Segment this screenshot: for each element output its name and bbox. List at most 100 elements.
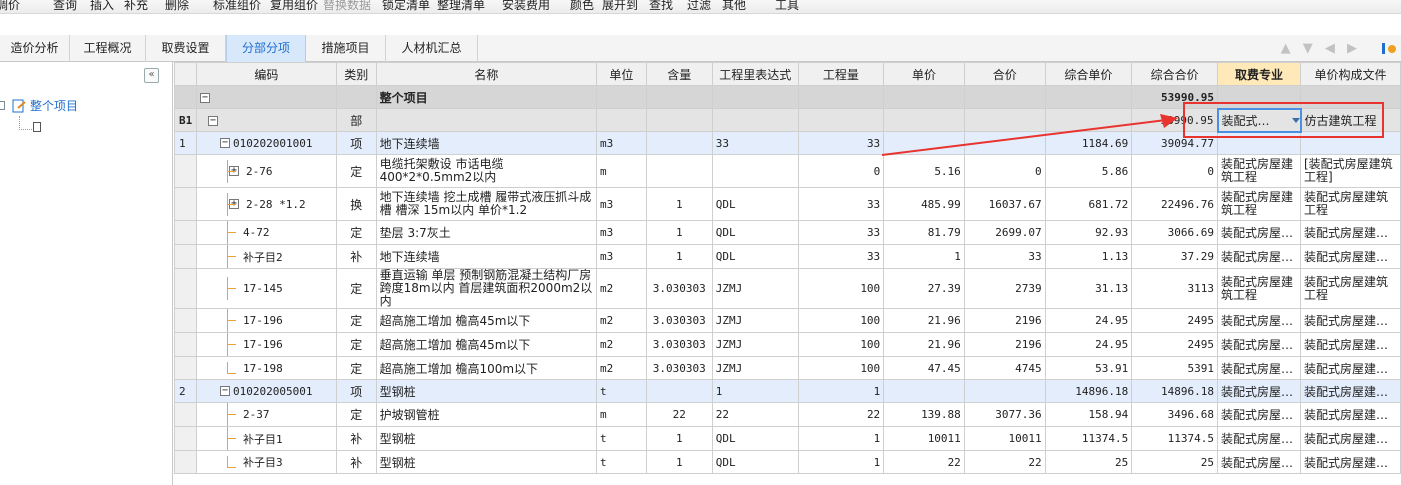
row-fee-specialty[interactable]: 装配式房屋… <box>1217 379 1301 403</box>
quota-row[interactable]: 17-198 定超高施工增加 檐高100m以下 m2 3.030303 JZMJ 100 4… <box>174 356 1401 380</box>
collapse-icon[interactable]: − <box>199 92 210 103</box>
row-unit-price[interactable]: 27.39 <box>883 268 965 309</box>
row-quantity-expression[interactable]: JZMJ <box>711 308 799 333</box>
row-name[interactable]: 护坡钢管桩 <box>375 402 598 427</box>
list-item-row[interactable]: 2−010202005001 项型钢桩 t 1 1 14896.18 14896.18 装配式… <box>174 379 1401 403</box>
row-price-composition-file[interactable]: 装配式房屋建筑工程 <box>1300 187 1401 221</box>
row-price-composition-file[interactable]: 装配式房屋建… <box>1300 426 1401 451</box>
row-price-composition-file[interactable]: 装配式房屋建筑工程 <box>1300 268 1401 309</box>
row-quantity[interactable]: 0 <box>797 154 885 188</box>
row-price-composition-file[interactable]: 装配式房屋建… <box>1300 332 1401 357</box>
row-quantity-expression[interactable]: QDL <box>711 450 799 474</box>
row-quantity[interactable]: 100 <box>797 332 885 357</box>
row-unit-price[interactable] <box>883 131 965 155</box>
row-unit-price[interactable]: 47.45 <box>883 356 965 380</box>
row-quantity-expression[interactable]: QDL <box>711 220 799 245</box>
row-fee-specialty[interactable]: 装配式房屋… <box>1217 244 1301 269</box>
quota-row[interactable]: 补子目2 补地下连续墙 m3 1 QDL 33 1 33 1.13 37.29 装配式房屋… 装配式房… <box>174 244 1401 269</box>
quota-row[interactable]: 17-196 定超高施工增加 檐高45m以下 m2 3.030303 JZMJ 100 21… <box>174 308 1401 333</box>
header-type[interactable]: 类别 <box>335 62 377 86</box>
row-quantity-expression[interactable]: JZMJ <box>711 268 799 309</box>
row-unit[interactable]: t <box>596 379 647 403</box>
row-price-composition-file[interactable]: [装配式房屋建筑工程] <box>1300 154 1401 188</box>
row-quantity[interactable]: 100 <box>797 268 885 309</box>
tab-fee-settings[interactable]: 取费设置 <box>146 35 226 62</box>
row-unit[interactable]: t <box>596 450 647 474</box>
toolbar-filter[interactable]: 过滤 <box>687 0 711 13</box>
settings-icon[interactable] <box>1381 40 1397 56</box>
row-name[interactable]: 地下连续墙 <box>375 244 598 269</box>
row-unit-price[interactable] <box>883 379 965 403</box>
row-fee-specialty[interactable]: 装配式房屋… <box>1217 220 1301 245</box>
row-quantity-expression[interactable]: QDL <box>711 426 799 451</box>
row-fee-specialty[interactable]: 装配式房屋… <box>1217 402 1301 427</box>
toolbar-color[interactable]: 颜色 <box>570 0 594 13</box>
tab-project-overview[interactable]: 工程概况 <box>70 35 146 62</box>
arrow-right-icon[interactable]: ▶ <box>1347 41 1357 56</box>
row-content[interactable]: 22 <box>645 402 713 427</box>
row-unit-price[interactable]: 10011 <box>883 426 965 451</box>
row-price-composition-file[interactable]: 装配式房屋建… <box>1300 402 1401 427</box>
header-code[interactable]: 编码 <box>195 62 337 86</box>
row-price-composition-file[interactable]: 装配式房屋建… <box>1300 244 1401 269</box>
header-unit-price[interactable]: 单价 <box>883 62 965 86</box>
quota-row[interactable]: +2-76 定电缆托架敷设 市话电缆400*2*0.5mm2以内 m 0 5.16 0 5.… <box>174 154 1401 188</box>
row-name[interactable]: 垂直运输 单层 预制钢筋混凝土结构厂房 跨度18m以内 首层建筑面积2000m2… <box>375 268 598 309</box>
row-name[interactable]: 超高施工增加 檐高45m以下 <box>375 308 598 333</box>
row-unit[interactable]: m2 <box>596 308 647 333</box>
row-fee-specialty[interactable]: 装配式房屋… <box>1217 450 1301 474</box>
row-content[interactable]: 3.030303 <box>645 332 713 357</box>
row-unit[interactable]: m2 <box>596 268 647 309</box>
section-composition[interactable]: 仿古建筑工程 <box>1300 108 1401 132</box>
row-fee-specialty[interactable]: 装配式房屋建筑工程 <box>1217 268 1301 309</box>
toolbar-reuse-pricing[interactable]: 复用组价 <box>270 0 318 13</box>
row-name[interactable]: 型钢桩 <box>375 426 598 451</box>
row-quantity-expression[interactable]: JZMJ <box>711 356 799 380</box>
row-price-composition-file[interactable]: 装配式房屋建… <box>1300 220 1401 245</box>
header-composite-unit-price[interactable]: 综合单价 <box>1044 62 1133 86</box>
toolbar-adjust-price[interactable]: 调价 <box>0 0 20 13</box>
row-quantity[interactable]: 100 <box>797 308 885 333</box>
header-quantity-expression[interactable]: 工程里表达式 <box>711 62 799 86</box>
quota-row[interactable]: 4-72 定垫层 3:7灰土 m3 1 QDL 33 81.79 2699.07 92.93 30… <box>174 220 1401 245</box>
row-content[interactable]: 1 <box>645 220 713 245</box>
row-unit-price[interactable]: 1 <box>883 244 965 269</box>
row-unit[interactable]: m3 <box>596 244 647 269</box>
toolbar-insert[interactable]: 插入 <box>90 0 114 13</box>
row-content[interactable] <box>645 154 713 188</box>
list-item-row[interactable]: 1 −010202001001 项地下连续墙 m3 33 33 1184.69 39094.7… <box>174 131 1401 155</box>
row-unit-price[interactable]: 21.96 <box>883 332 965 357</box>
chevron-down-icon[interactable] <box>1291 117 1299 123</box>
row-quantity[interactable]: 100 <box>797 356 885 380</box>
row-quantity[interactable]: 33 <box>797 131 885 155</box>
toolbar-lock-list[interactable]: 锁定清单 <box>382 0 430 13</box>
quota-row[interactable]: 补子目3 补型钢桩 t 1 QDL 1 22 22 25 25 装配式房屋… 装配式房屋建… <box>174 450 1401 474</box>
row-unit-price[interactable]: 22 <box>883 450 965 474</box>
row-fee-specialty[interactable] <box>1217 131 1301 155</box>
quota-row[interactable]: 17-145 定垂直运输 单层 预制钢筋混凝土结构厂房 跨度18m以内 首层建筑面… <box>174 268 1401 309</box>
row-content[interactable]: 1 <box>645 244 713 269</box>
row-unit[interactable]: m <box>596 154 647 188</box>
row-quantity[interactable]: 1 <box>797 379 885 403</box>
row-fee-specialty[interactable]: 装配式房屋… <box>1217 426 1301 451</box>
header-unit[interactable]: 单位 <box>596 62 647 86</box>
toolbar-other[interactable]: 其他 <box>722 0 746 13</box>
header-quantity[interactable]: 工程量 <box>797 62 885 86</box>
fee-specialty-select[interactable]: 装配式… <box>1216 107 1302 133</box>
toolbar-organize-list[interactable]: 整理清单 <box>437 0 485 13</box>
toolbar-query[interactable]: 查询 <box>53 0 77 13</box>
quota-row[interactable]: 补子目1 补型钢桩 t 1 QDL 1 10011 10011 11374.5 11374.5 装配… <box>174 426 1401 451</box>
row-name[interactable]: 垫层 3:7灰土 <box>375 220 598 245</box>
toolbar-tools[interactable]: 工具 <box>775 0 799 13</box>
row-quantity[interactable]: 33 <box>797 244 885 269</box>
tab-sub-items[interactable]: 分部分项 <box>226 35 306 63</box>
row-quantity-expression[interactable]: 22 <box>711 402 799 427</box>
row-unit-price[interactable]: 485.99 <box>883 187 965 221</box>
row-content[interactable]: 1 <box>645 450 713 474</box>
row-price-composition-file[interactable]: 装配式房屋建… <box>1300 308 1401 333</box>
quota-row[interactable]: +2-28 *1.2 换地下连续墙 挖土成槽 履带式液压抓斗成槽 槽深 15m以内… <box>174 187 1401 221</box>
row-fee-specialty[interactable]: 装配式房屋… <box>1217 308 1301 333</box>
toolbar-expand-to[interactable]: 展开到 <box>602 0 638 13</box>
header-content[interactable]: 含量 <box>645 62 713 86</box>
collapse-panel-button[interactable]: « <box>144 68 159 83</box>
